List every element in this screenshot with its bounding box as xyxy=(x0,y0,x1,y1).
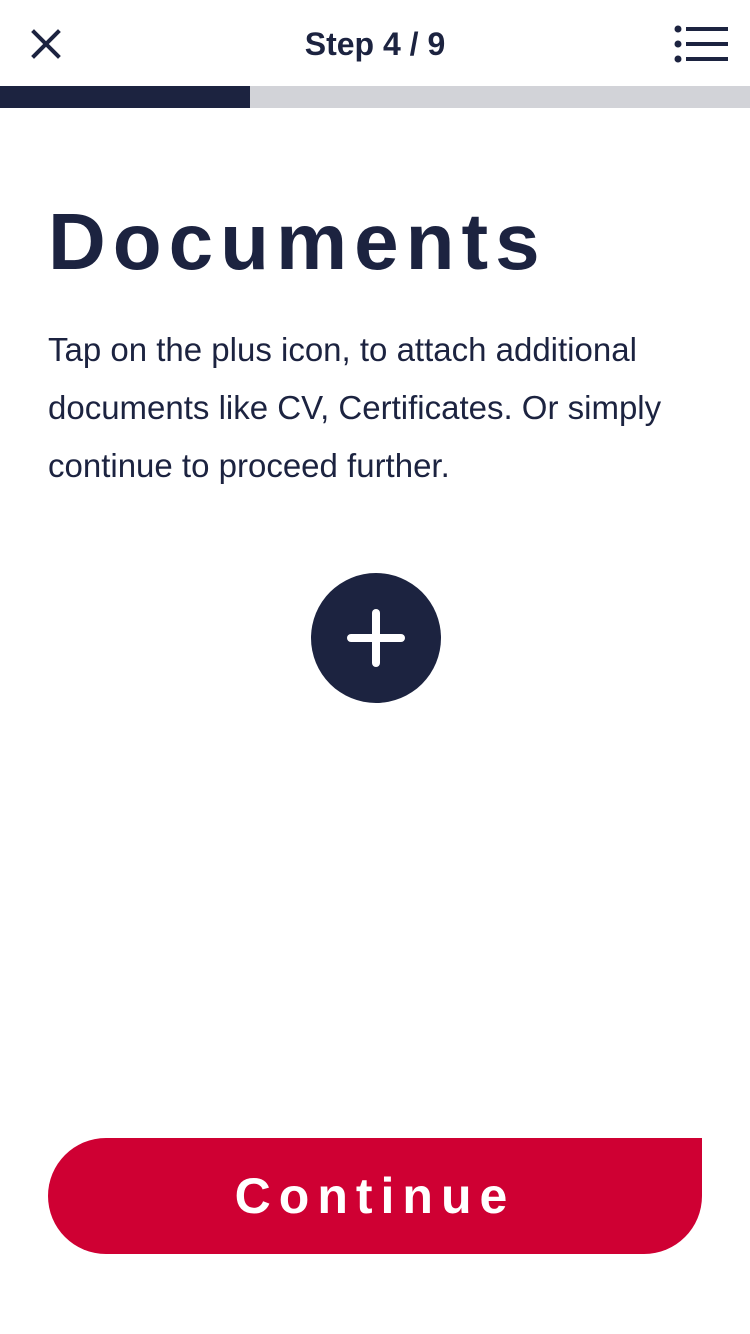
page-title: Documents xyxy=(48,197,547,286)
close-button[interactable] xyxy=(22,20,70,68)
progress-bar xyxy=(0,86,750,108)
top-bar: Step 4 / 9 xyxy=(0,0,750,86)
plus-icon xyxy=(347,609,405,667)
progress-bar-fill xyxy=(0,86,250,108)
add-document-button[interactable] xyxy=(311,573,441,703)
list-menu-icon xyxy=(674,25,728,63)
close-icon xyxy=(31,29,61,59)
continue-button[interactable]: Continue xyxy=(48,1138,702,1254)
steps-menu-button[interactable] xyxy=(672,20,730,68)
step-indicator: Step 4 / 9 xyxy=(304,25,446,62)
instructions-text: Tap on the plus icon, to attach addition… xyxy=(48,331,662,484)
continue-button-label: Continue xyxy=(234,1168,516,1224)
